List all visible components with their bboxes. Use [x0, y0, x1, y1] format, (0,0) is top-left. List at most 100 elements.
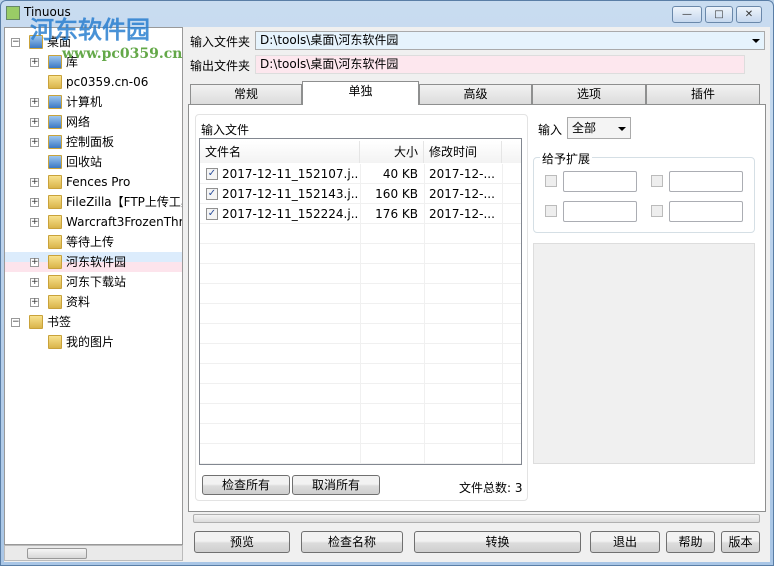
- expand-icon[interactable]: +: [30, 138, 39, 147]
- extension-input-4[interactable]: [669, 201, 743, 222]
- expand-icon[interactable]: +: [30, 278, 39, 287]
- expand-icon[interactable]: +: [30, 98, 39, 107]
- scrollbar-thumb[interactable]: [27, 548, 87, 559]
- column-divider: [424, 444, 425, 464]
- app-icon: [6, 6, 20, 20]
- extension-group-label: 给予扩展: [540, 150, 593, 167]
- table-row[interactable]: ✓ 2017-12-11_152107.j... 40 KB 2017-12-...: [200, 164, 521, 184]
- tree-node[interactable]: pc0359.cn-06: [5, 72, 182, 92]
- column-divider: [502, 424, 503, 444]
- tree-node-label: 回收站: [66, 155, 103, 169]
- table-row[interactable]: [200, 444, 521, 464]
- expand-icon[interactable]: +: [30, 298, 39, 307]
- collapse-icon[interactable]: −: [11, 318, 20, 327]
- column-header-modified[interactable]: 修改时间: [424, 141, 502, 163]
- exit-button[interactable]: 退出: [590, 531, 660, 553]
- file-count: 文件总数: 3: [459, 481, 523, 495]
- tab-advanced[interactable]: 高级: [419, 84, 532, 104]
- input-folder-value: D:\tools\桌面\河东软件园: [260, 33, 399, 47]
- table-row[interactable]: [200, 384, 521, 404]
- tree-node[interactable]: + 控制面板: [5, 132, 182, 152]
- column-divider: [502, 364, 503, 384]
- version-button[interactable]: 版本: [721, 531, 760, 553]
- table-row[interactable]: [200, 304, 521, 324]
- column-divider: [424, 204, 425, 224]
- row-checkbox[interactable]: ✓: [206, 208, 218, 220]
- tab-individual[interactable]: 单独: [302, 81, 419, 105]
- tree-node-label: 书签: [47, 315, 72, 329]
- extension-input-3[interactable]: [563, 201, 637, 222]
- tree-node[interactable]: + 计算机: [5, 92, 182, 112]
- extension-checkbox-1[interactable]: [545, 175, 557, 187]
- folder-icon: [48, 295, 62, 309]
- table-row[interactable]: [200, 324, 521, 344]
- expand-icon[interactable]: +: [30, 58, 39, 67]
- row-checkbox[interactable]: ✓: [206, 188, 218, 200]
- tree-node[interactable]: + Fences Pro: [5, 172, 182, 192]
- table-row[interactable]: [200, 404, 521, 424]
- input-folder-combo[interactable]: D:\tools\桌面\河东软件园: [255, 31, 765, 50]
- tree-node[interactable]: + 河东软件园: [5, 252, 182, 272]
- column-header-filler: [502, 141, 521, 163]
- tree-node[interactable]: + 资料: [5, 292, 182, 312]
- check-all-button[interactable]: 检查所有: [202, 475, 290, 495]
- chevron-down-icon[interactable]: [752, 39, 760, 43]
- tree-node[interactable]: + Warcraft3FrozenThrone: [5, 212, 182, 232]
- collapse-icon[interactable]: −: [11, 38, 20, 47]
- close-button[interactable]: ✕: [736, 6, 762, 23]
- expand-icon[interactable]: +: [30, 178, 39, 187]
- tab-plugins[interactable]: 插件: [646, 84, 760, 104]
- tab-options[interactable]: 选项: [532, 84, 646, 104]
- file-list[interactable]: 文件名 大小 修改时间 ✓ 2017-12-11_152107.j... 40 KB…: [199, 138, 522, 465]
- tree-horizontal-scrollbar[interactable]: [4, 545, 183, 561]
- extension-checkbox-2[interactable]: [651, 175, 663, 187]
- row-checkbox[interactable]: ✓: [206, 168, 218, 180]
- input-filter-select[interactable]: 全部: [567, 117, 631, 139]
- help-button[interactable]: 帮助: [666, 531, 715, 553]
- table-row[interactable]: ✓ 2017-12-11_152143.j... 160 KB 2017-12-...: [200, 184, 521, 204]
- table-row[interactable]: [200, 284, 521, 304]
- extension-input-1[interactable]: [563, 171, 637, 192]
- output-folder-field[interactable]: D:\tools\桌面\河东软件园: [255, 55, 745, 74]
- extension-checkbox-3[interactable]: [545, 205, 557, 217]
- extension-checkbox-4[interactable]: [651, 205, 663, 217]
- expand-icon[interactable]: +: [30, 258, 39, 267]
- convert-button[interactable]: 转换: [414, 531, 581, 553]
- folder-tree[interactable]: − 桌面 + 库 pc0359.cn-06 + 计算机 + 网络 + 控制面板 回收站 + Fences …: [4, 27, 183, 545]
- check-names-button[interactable]: 检查名称: [301, 531, 403, 553]
- expand-icon[interactable]: +: [30, 218, 39, 227]
- tab-general[interactable]: 常规: [190, 84, 302, 104]
- table-row[interactable]: ✓ 2017-12-11_152224.j... 176 KB 2017-12-...: [200, 204, 521, 224]
- tree-node[interactable]: 等待上传: [5, 232, 182, 252]
- tree-node-label: 我的图片: [66, 335, 115, 349]
- tree-node[interactable]: 回收站: [5, 152, 182, 172]
- table-row[interactable]: [200, 364, 521, 384]
- chevron-down-icon[interactable]: [618, 127, 626, 131]
- maximize-button[interactable]: □: [705, 6, 733, 23]
- network-icon: [48, 115, 62, 129]
- input-filter-value: 全部: [572, 121, 597, 135]
- tree-node[interactable]: − 书签: [5, 312, 182, 332]
- expand-icon[interactable]: +: [30, 198, 39, 207]
- preview-button[interactable]: 预览: [194, 531, 290, 553]
- table-row[interactable]: [200, 224, 521, 244]
- column-divider: [502, 344, 503, 364]
- file-modified: 2017-12-...: [429, 167, 495, 181]
- tree-node[interactable]: 我的图片: [5, 332, 182, 352]
- table-row[interactable]: [200, 264, 521, 284]
- extension-input-2[interactable]: [669, 171, 743, 192]
- input-folder-label: 输入文件夹: [190, 35, 251, 49]
- tree-node[interactable]: + 网络: [5, 112, 182, 132]
- expand-icon[interactable]: +: [30, 118, 39, 127]
- tree-node[interactable]: + FileZilla【FTP上传工具】: [5, 192, 182, 212]
- tree-node[interactable]: + 河东下载站: [5, 272, 182, 292]
- table-row[interactable]: [200, 344, 521, 364]
- column-header-size[interactable]: 大小: [360, 141, 424, 163]
- table-row[interactable]: [200, 424, 521, 444]
- output-folder-value: D:\tools\桌面\河东软件园: [260, 57, 399, 71]
- uncheck-all-button[interactable]: 取消所有: [292, 475, 380, 495]
- column-header-name[interactable]: 文件名: [200, 141, 360, 163]
- table-row[interactable]: [200, 244, 521, 264]
- column-divider: [360, 224, 361, 244]
- minimize-button[interactable]: —: [672, 6, 702, 23]
